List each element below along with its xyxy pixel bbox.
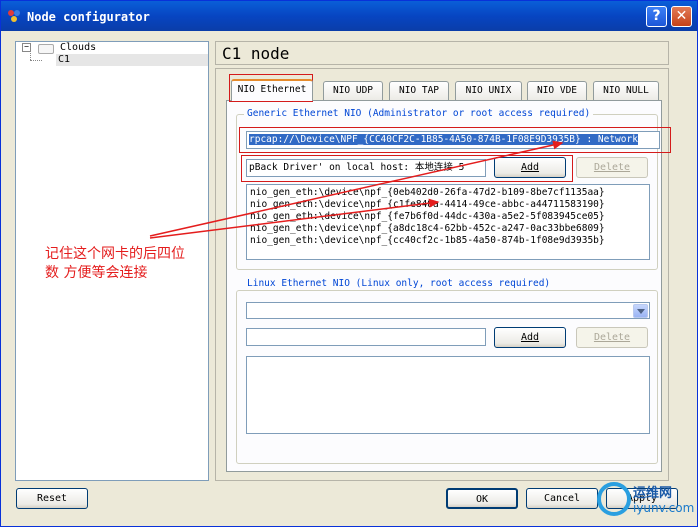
- linux-interface-input[interactable]: [246, 328, 486, 346]
- tab-nio-vde[interactable]: NIO VDE: [527, 81, 587, 100]
- linux-add-button[interactable]: Add: [494, 327, 566, 348]
- tree-item-c1[interactable]: C1: [58, 54, 70, 65]
- watermark-logo-icon: [597, 482, 631, 516]
- linux-ethernet-label: Linux Ethernet NIO (Linux only, root acc…: [244, 278, 554, 289]
- window-title: Node configurator: [27, 10, 150, 24]
- generic-ethernet-label: Generic Ethernet NIO (Administrator or r…: [244, 108, 594, 119]
- list-item[interactable]: nio_gen_eth:\device\npf_{0eb402d0-26fa-4…: [250, 187, 646, 199]
- linux-combo[interactable]: [246, 302, 650, 319]
- title-bar[interactable]: Node configurator ? ✕: [1, 1, 697, 31]
- chevron-down-icon[interactable]: [633, 304, 648, 318]
- tree-item-clouds[interactable]: Clouds: [60, 42, 96, 53]
- linux-delete-button[interactable]: Delete: [576, 327, 648, 348]
- linux-nio-list[interactable]: [246, 356, 650, 434]
- tree-connector: [30, 60, 42, 62]
- list-item[interactable]: nio_gen_eth:\device\npf_{a8dc18c4-62bb-4…: [250, 223, 646, 235]
- generic-delete-button[interactable]: Delete: [576, 157, 648, 178]
- annotation-line-2: 数 方便等会连接: [45, 265, 148, 281]
- list-item[interactable]: nio_gen_eth:\device\npf_{c1fe848a-4414-4…: [250, 199, 646, 211]
- cloud-folder-icon: [38, 44, 54, 54]
- annotation-line-1: 记住这个网卡的后四位: [45, 246, 185, 262]
- reset-button[interactable]: Reset: [16, 488, 88, 509]
- watermark-text: 运维网: [633, 486, 673, 501]
- close-button[interactable]: ✕: [671, 6, 692, 27]
- tab-nio-unix[interactable]: NIO UNIX: [455, 81, 522, 100]
- list-item[interactable]: nio_gen_eth:\device\npf_{cc40cf2c-1b85-4…: [250, 235, 646, 247]
- panel-title: C1 node: [215, 41, 669, 65]
- ok-button[interactable]: OK: [446, 488, 518, 509]
- tree-selection: [56, 54, 208, 66]
- generic-nio-list[interactable]: nio_gen_eth:\device\npf_{0eb402d0-26fa-4…: [246, 184, 650, 260]
- watermark-url: iyunv.com: [633, 501, 695, 515]
- watermark: 运维网 iyunv.com: [593, 480, 695, 524]
- app-icon: [8, 10, 20, 22]
- tab-nio-null[interactable]: NIO NULL: [593, 81, 659, 100]
- highlight-adapter-box: [239, 127, 671, 153]
- tab-nio-ethernet[interactable]: NIO Ethernet: [231, 79, 313, 101]
- tree-connector: [30, 50, 32, 60]
- tab-nio-tap[interactable]: NIO TAP: [389, 81, 449, 100]
- generic-add-button[interactable]: Add: [494, 157, 566, 178]
- cancel-button[interactable]: Cancel: [526, 488, 598, 509]
- help-button[interactable]: ?: [646, 6, 667, 27]
- tab-nio-udp[interactable]: NIO UDP: [323, 81, 383, 100]
- list-item[interactable]: nio_gen_eth:\device\npf_{fe7b6f0d-44dc-4…: [250, 211, 646, 223]
